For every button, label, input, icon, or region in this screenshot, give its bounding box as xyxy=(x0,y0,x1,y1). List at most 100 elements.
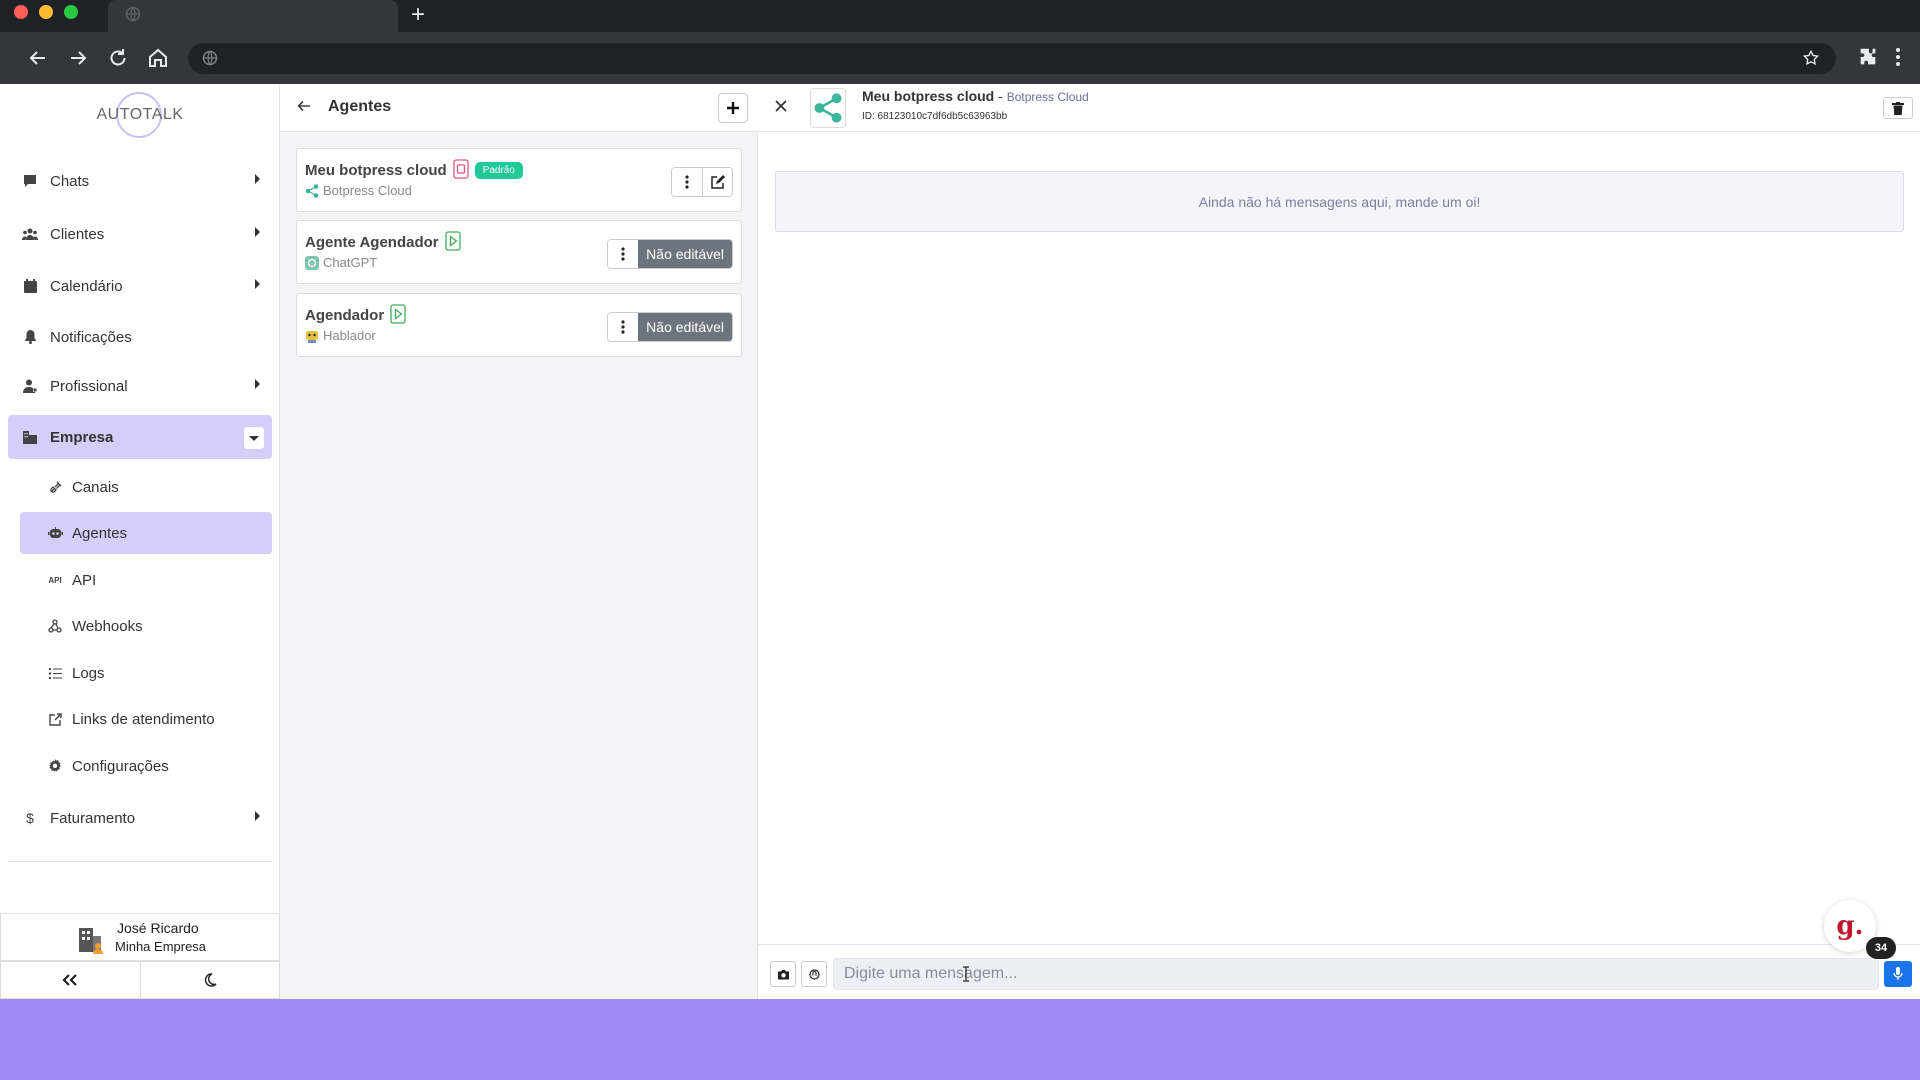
sidebar-item-calendario[interactable]: Calendário xyxy=(8,264,272,308)
sidebar-item-webhooks[interactable]: Webhooks xyxy=(20,605,272,647)
chat-agent-provider: Botpress Cloud xyxy=(1006,90,1089,104)
chevron-right-icon xyxy=(255,227,260,237)
sidebar-item-clientes[interactable]: Clientes xyxy=(8,212,272,256)
new-tab-button[interactable]: + xyxy=(408,2,428,28)
dark-mode-toggle[interactable] xyxy=(141,962,280,998)
users-icon xyxy=(20,228,40,241)
edit-agent-button[interactable] xyxy=(702,168,732,196)
delete-button[interactable] xyxy=(1883,97,1913,119)
share-nodes-icon xyxy=(305,183,319,198)
agents-header: Agentes xyxy=(280,84,758,132)
sidebar-item-profissional[interactable]: Profissional xyxy=(8,364,272,408)
edit-icon xyxy=(710,175,725,189)
sidebar-footer xyxy=(0,961,280,999)
paperclip-icon xyxy=(808,968,820,980)
sidebar-item-chats[interactable]: Chats xyxy=(8,159,272,203)
browser-menu-icon[interactable] xyxy=(1895,46,1901,73)
sidebar: AUTOTALK Chats Clientes Calendário Notif… xyxy=(0,84,280,999)
collapse-sidebar-button[interactable] xyxy=(1,962,141,998)
close-icon[interactable] xyxy=(774,99,788,118)
sidebar-item-label: Notificações xyxy=(50,328,132,346)
globe-icon xyxy=(202,50,218,71)
user-card[interactable]: José Ricardo Minha Empresa xyxy=(0,913,280,961)
sidebar-item-notificacoes[interactable]: Notificações xyxy=(8,315,272,359)
more-options-button[interactable] xyxy=(608,313,639,341)
user-tie-icon xyxy=(20,379,40,393)
autotalk-logo[interactable]: AUTOTALK xyxy=(92,92,188,138)
arrow-left-icon[interactable] xyxy=(296,98,312,119)
window-minimize-button[interactable] xyxy=(39,5,53,19)
sidebar-item-canais[interactable]: Canais xyxy=(20,466,272,508)
sidebar-item-label: Clientes xyxy=(50,225,105,243)
attach-button[interactable] xyxy=(801,961,827,987)
sidebar-item-configuracoes[interactable]: Configurações xyxy=(20,745,272,787)
not-editable-button[interactable]: Não editável xyxy=(638,240,732,268)
window-maximize-button[interactable] xyxy=(64,5,78,19)
logo-text: AUTOTALK xyxy=(96,106,184,123)
page-title: Agentes xyxy=(328,98,392,115)
sidebar-item-agentes[interactable]: Agentes xyxy=(20,512,272,554)
agent-card[interactable]: Agendador Hablador Não editável xyxy=(296,293,742,357)
sidebar-item-label: Calendário xyxy=(50,277,123,295)
webhook-icon xyxy=(46,619,64,633)
agent-provider: Botpress Cloud xyxy=(305,183,412,198)
window-close-button[interactable] xyxy=(14,5,28,19)
agent-actions: Não editável xyxy=(607,312,733,342)
play-icon xyxy=(390,304,406,328)
sidebar-item-label: Logs xyxy=(72,664,105,682)
back-icon[interactable] xyxy=(26,46,50,70)
title-separator: - xyxy=(994,88,1007,104)
user-name: José Ricardo xyxy=(117,920,199,936)
chat-header: Meu botpress cloud - Botpress Cloud ID: … xyxy=(758,84,1920,132)
message-input[interactable] xyxy=(833,958,1879,990)
chevron-right-icon xyxy=(255,811,260,821)
vertical-dots-icon xyxy=(621,320,625,334)
globe-icon xyxy=(125,6,141,27)
camera-button[interactable] xyxy=(770,961,796,987)
not-editable-button[interactable]: Não editável xyxy=(638,313,732,341)
hablador-icon xyxy=(305,329,319,343)
agents-panel: Agentes Meu botpress cloud Padrão Botpres… xyxy=(280,84,758,999)
calendar-icon xyxy=(20,279,40,293)
agent-card[interactable]: Meu botpress cloud Padrão Botpress Cloud xyxy=(296,148,742,212)
stop-icon xyxy=(453,159,469,183)
message-composer xyxy=(758,944,1920,999)
extensions-icon[interactable] xyxy=(1857,46,1879,73)
sidebar-item-label: Links de atendimento xyxy=(72,710,215,728)
home-icon[interactable] xyxy=(146,46,170,70)
bookmark-star-icon[interactable] xyxy=(1802,49,1820,72)
sidebar-item-label: Configurações xyxy=(72,757,169,775)
chat-icon xyxy=(20,174,40,188)
more-options-button[interactable] xyxy=(672,168,702,196)
agent-card[interactable]: Agente Agendador ChatGPT Não editável xyxy=(296,220,742,284)
more-options-button[interactable] xyxy=(608,240,639,268)
sidebar-item-label: Canais xyxy=(72,478,119,496)
agent-provider-label: Hablador xyxy=(323,328,376,343)
sidebar-item-label: Chats xyxy=(50,172,90,190)
sidebar-item-faturamento[interactable]: $ Faturamento xyxy=(8,796,272,840)
share-nodes-icon xyxy=(814,93,842,123)
agent-avatar xyxy=(810,88,846,128)
chevron-right-icon xyxy=(255,174,260,184)
sidebar-item-empresa[interactable]: Empresa xyxy=(8,415,272,459)
forward-icon[interactable] xyxy=(66,46,90,70)
sidebar-item-label: Faturamento xyxy=(50,809,136,827)
external-link-icon xyxy=(46,712,64,726)
microphone-button[interactable] xyxy=(1884,961,1912,987)
reload-icon[interactable] xyxy=(106,46,130,70)
address-bar[interactable] xyxy=(188,43,1836,74)
chat-panel: Meu botpress cloud - Botpress Cloud ID: … xyxy=(758,84,1920,999)
collapse-toggle[interactable] xyxy=(244,427,264,449)
chevron-right-icon xyxy=(255,379,260,389)
agent-name: Meu botpress cloud xyxy=(305,161,447,179)
sidebar-item-api[interactable]: API API xyxy=(20,559,272,601)
add-agent-button[interactable] xyxy=(718,93,748,123)
browser-tab[interactable] xyxy=(108,0,398,32)
sidebar-item-logs[interactable]: Logs xyxy=(20,652,272,694)
browser-toolbar xyxy=(0,32,1920,84)
sidebar-item-links-de-atendimento[interactable]: Links de atendimento xyxy=(20,698,272,740)
chatgpt-icon xyxy=(305,255,319,270)
default-badge: Padrão xyxy=(474,161,523,179)
chevron-down-icon xyxy=(249,436,259,441)
list-icon xyxy=(46,667,64,679)
